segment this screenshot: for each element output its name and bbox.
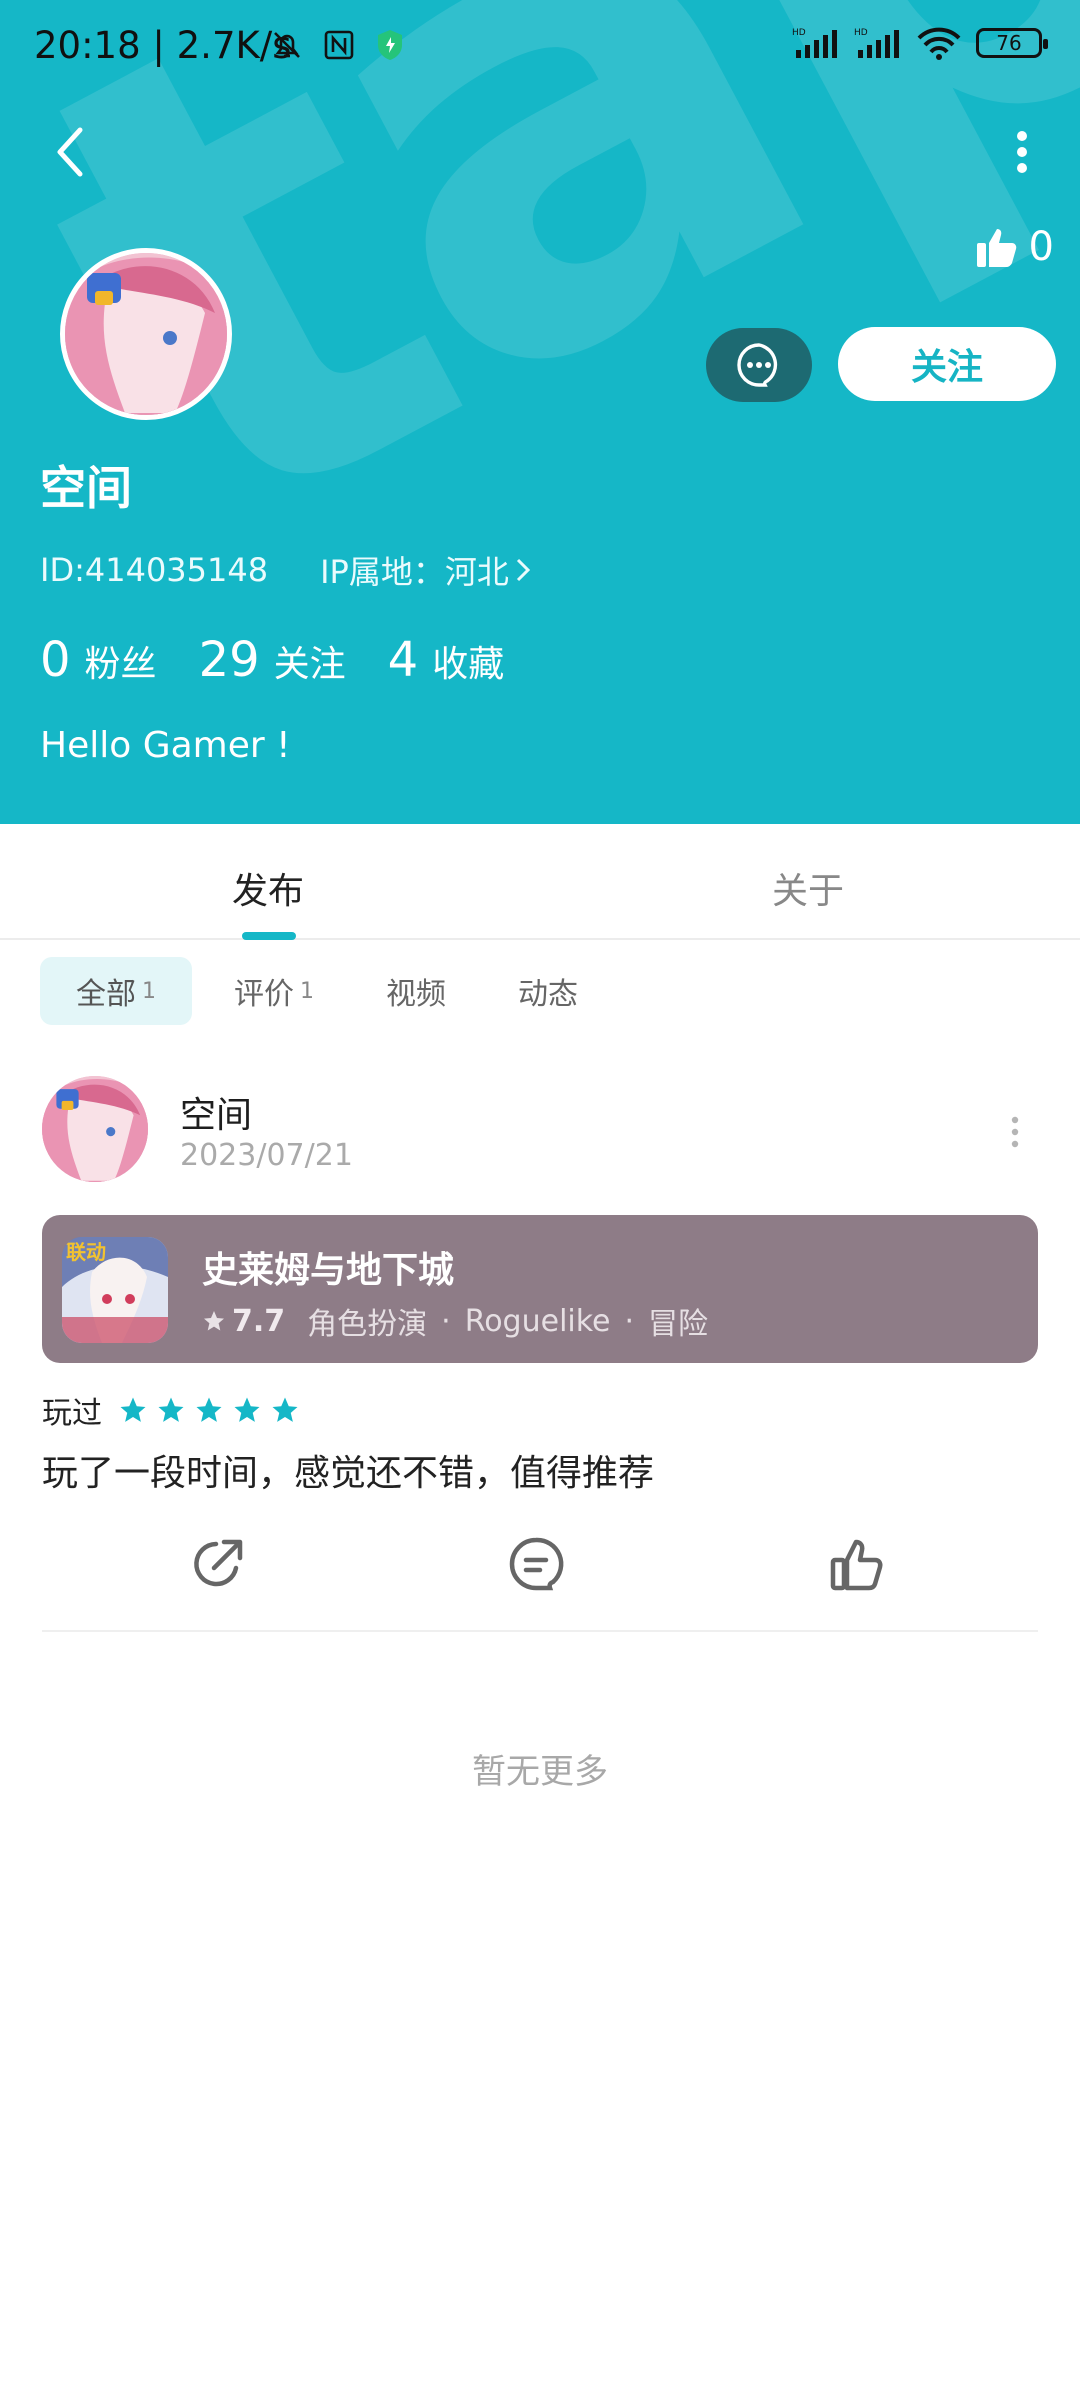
filter-moments[interactable]: 动态 [482,957,614,1025]
game-score: 7.7 [232,1303,286,1339]
profile-avatar[interactable] [60,248,232,420]
comment-icon [509,1537,564,1591]
played-rating: 玩过 [42,1388,300,1432]
share-icon [194,1539,243,1587]
comment-button[interactable] [500,1528,572,1600]
thumbs-up-icon [830,1539,883,1591]
no-more-hint: 暂无更多 [472,1752,608,1792]
filter-videos[interactable]: 视频 [350,957,482,1025]
star-icon [120,1397,146,1422]
played-label: 玩过 [42,1396,102,1431]
svg-text:HD: HD [792,28,806,38]
star-icon [196,1397,222,1422]
shield-icon [378,30,402,60]
profile-bio: Hello Gamer ! [40,725,291,766]
game-tag: Roguelike [464,1303,611,1339]
game-tag: 冒险 [648,1307,709,1342]
profile-stats: 0 粉丝 29 关注 4 收藏 [40,632,546,688]
status-bar: 20:18 | 2.7K/s HD HD 76 [0,0,1080,96]
stat-favorites[interactable]: 4 收藏 [388,632,505,688]
tab-about[interactable]: 关于 [772,862,844,914]
star-icon [204,1311,224,1331]
rating-stars [118,1395,300,1425]
chevron-left-icon [57,127,83,177]
filter-reviews[interactable]: 评价 1 [192,957,350,1025]
wifi-icon [917,27,961,60]
star-icon [272,1397,298,1422]
review-text: 玩了一段时间，感觉还不错，值得推荐 [42,1453,655,1494]
game-title: 史莱姆与地下城 [202,1250,455,1291]
more-vertical-icon [1011,1116,1019,1148]
svg-text:HD: HD [854,28,868,38]
tab-posts[interactable]: 发布 [232,862,304,914]
avatar-image [42,1076,148,1182]
signal-1-icon: HD [792,28,837,58]
post-actions [0,1528,1080,1600]
chevron-right-icon [516,558,530,582]
star-icon [234,1397,260,1422]
profile-tabs: 发布 关于 [0,824,1080,940]
game-cover-image: 联动 [62,1237,168,1343]
profile-page: tap 20:18 | 2.7K/s HD HD 76 0 关注 空间 ID:4… [0,0,1080,2401]
ip-location-link[interactable]: IP属地：河北 [320,547,531,593]
filter-all[interactable]: 全部 1 [40,957,192,1025]
profile-id-line: ID:414035148 IP属地：河北 [40,547,531,593]
signal-2-icon: HD [854,28,899,58]
star-icon [158,1397,184,1422]
chat-bubble-icon [737,343,778,387]
status-time: 20:18 | 2.7K/s [34,24,292,67]
profile-likes[interactable]: 0 [975,224,1054,270]
back-button[interactable] [40,122,100,182]
user-id: ID:414035148 [40,551,269,589]
tab-indicator [242,932,296,940]
more-options-button[interactable] [992,122,1052,182]
thumbs-up-icon [976,229,1016,267]
like-button[interactable] [822,1528,894,1600]
post-author-avatar[interactable] [42,1076,148,1182]
more-vertical-icon [1017,131,1027,173]
profile-username: 空间 [40,461,132,515]
share-button[interactable] [182,1528,254,1600]
filter-chips: 全部 1 评价 1 视频 动态 [40,957,614,1025]
svg-text:联动: 联动 [66,1240,106,1264]
post-more-button[interactable] [1000,1112,1030,1152]
post-divider [42,1630,1038,1632]
nfc-icon [324,30,354,60]
follow-button[interactable]: 关注 [838,327,1056,401]
game-card[interactable]: 联动 史莱姆与地下城 7.7 角色扮演 · Roguelike · 冒险 [42,1215,1038,1363]
message-button[interactable] [706,328,812,402]
game-tag: 角色扮演 [307,1307,428,1342]
post-date: 2023/07/21 [180,1138,353,1173]
stat-fans[interactable]: 0 粉丝 [40,632,157,688]
profile-header: tap 20:18 | 2.7K/s HD HD 76 0 关注 空间 ID:4… [0,0,1080,824]
mute-bell-icon [274,32,300,58]
avatar-image [65,253,227,415]
game-icon: 联动 [62,1237,168,1343]
game-meta: 7.7 角色扮演 · Roguelike · 冒险 [202,1299,708,1343]
stat-following[interactable]: 29 关注 [199,632,346,688]
post-author-name[interactable]: 空间 [180,1086,252,1138]
battery-icon: 76 [976,28,1048,58]
